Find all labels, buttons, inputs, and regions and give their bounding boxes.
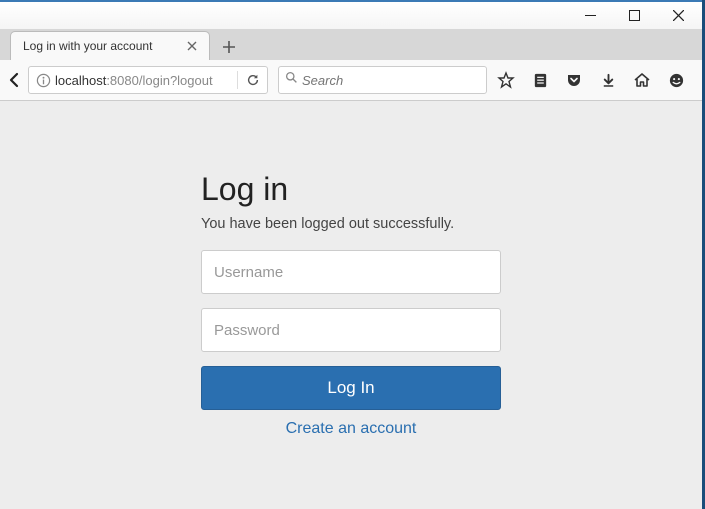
downloads-icon[interactable]: [593, 65, 623, 95]
back-button[interactable]: [6, 65, 24, 95]
emoji-icon[interactable]: [661, 65, 691, 95]
toolbar-actions: [491, 65, 705, 95]
browser-toolbar: localhost:8080/login?logout: [0, 60, 702, 101]
pocket-icon[interactable]: [559, 65, 589, 95]
address-bar[interactable]: localhost:8080/login?logout: [28, 66, 268, 94]
home-icon[interactable]: [627, 65, 657, 95]
reload-icon[interactable]: [243, 73, 263, 87]
bookmark-star-icon[interactable]: [491, 65, 521, 95]
close-tab-icon[interactable]: [183, 37, 201, 55]
browser-tab[interactable]: Log in with your account: [10, 31, 210, 60]
create-account-link[interactable]: Create an account: [201, 420, 501, 438]
minimize-button[interactable]: [568, 2, 612, 29]
close-window-button[interactable]: [656, 2, 700, 29]
url-host: localhost: [55, 73, 106, 88]
logout-message: You have been logged out successfully.: [201, 216, 501, 232]
search-input[interactable]: [302, 73, 480, 88]
separator: [237, 71, 238, 89]
page-content: Log in You have been logged out successf…: [0, 101, 702, 509]
window-titlebar: [0, 0, 702, 29]
login-form: Log in You have been logged out successf…: [201, 171, 501, 509]
search-icon: [285, 71, 298, 89]
url-path: /login?logout: [139, 73, 213, 88]
maximize-button[interactable]: [612, 2, 656, 29]
username-field[interactable]: [201, 250, 501, 294]
tab-strip: Log in with your account: [0, 29, 702, 60]
new-tab-button[interactable]: [216, 34, 242, 60]
url-text: localhost:8080/login?logout: [53, 73, 232, 88]
password-field[interactable]: [201, 308, 501, 352]
site-info-icon[interactable]: [33, 73, 53, 88]
login-button[interactable]: Log In: [201, 366, 501, 410]
url-port: :8080: [106, 73, 139, 88]
tab-title: Log in with your account: [23, 39, 183, 53]
menu-icon[interactable]: [701, 65, 705, 95]
login-heading: Log in: [201, 171, 501, 208]
search-box[interactable]: [278, 66, 487, 94]
reading-list-icon[interactable]: [525, 65, 555, 95]
